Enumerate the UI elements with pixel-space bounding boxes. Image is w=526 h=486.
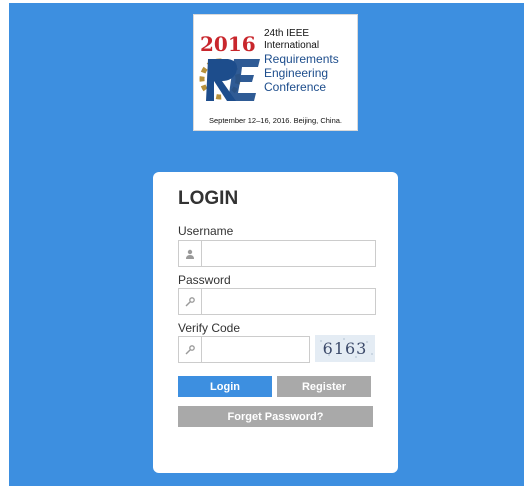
logo-line-3: Requirements xyxy=(264,52,339,66)
password-input[interactable] xyxy=(202,289,375,314)
key-icon xyxy=(179,337,202,362)
verify-code-label: Verify Code xyxy=(178,321,241,335)
login-card: LOGIN Username Password Verify Code 6163… xyxy=(153,172,398,473)
captcha-text: 6163 xyxy=(323,339,368,358)
password-label: Password xyxy=(178,273,231,287)
captcha-image[interactable]: 6163 xyxy=(315,335,375,362)
username-input[interactable] xyxy=(202,241,375,266)
key-icon xyxy=(179,289,202,314)
verify-code-field xyxy=(178,336,310,363)
logo-line-2: International xyxy=(264,40,320,51)
re-logo-mark: 2016 xyxy=(199,32,260,101)
logo-year: 2016 xyxy=(200,32,256,56)
verify-code-input[interactable] xyxy=(202,337,309,362)
login-button[interactable]: Login xyxy=(178,376,272,397)
username-label: Username xyxy=(178,224,234,238)
logo-date: September 12–16, 2016. Beijing, China. xyxy=(208,116,342,125)
register-button[interactable]: Register xyxy=(277,376,371,397)
forget-password-button[interactable]: Forget Password? xyxy=(178,406,373,427)
username-field xyxy=(178,240,376,267)
logo-line-4: Engineering xyxy=(264,66,329,80)
password-field xyxy=(178,288,376,315)
logo-text: 24th IEEE International Requirements Eng… xyxy=(264,28,339,94)
logo-line-5: Conference xyxy=(264,80,327,94)
login-title: LOGIN xyxy=(178,188,239,209)
logo-line-1: 24th IEEE xyxy=(264,28,310,39)
user-icon xyxy=(179,241,202,266)
conference-logo: 2016 24th IEEE International Requirement… xyxy=(193,14,358,131)
